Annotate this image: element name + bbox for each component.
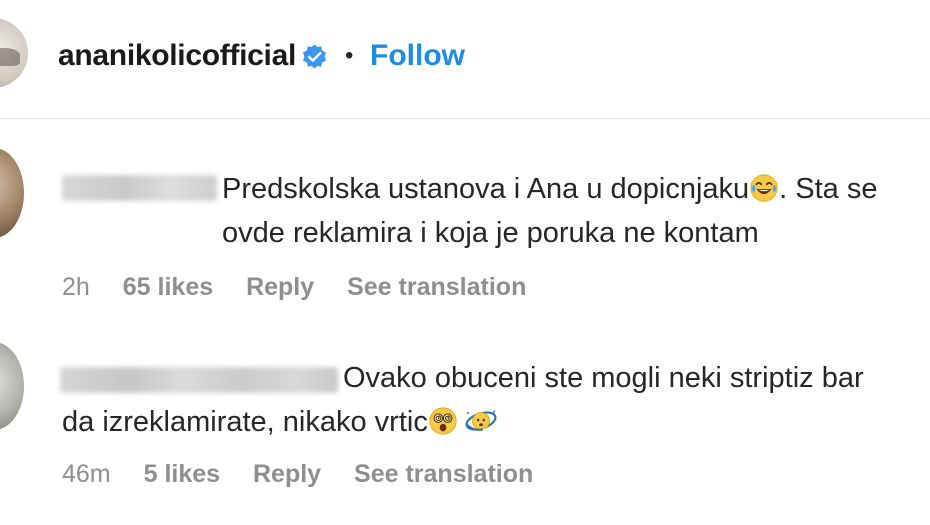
- comment-timestamp: 46m: [62, 460, 111, 488]
- reply-button[interactable]: Reply: [253, 459, 321, 489]
- commenter-avatar[interactable]: [0, 148, 24, 238]
- comment-text-line: da izreklamirate, nikako vrtic: [62, 400, 498, 444]
- comment-meta: 2h 65 likes Reply See translation: [62, 272, 552, 302]
- post-header: ananikolicofficial • Follow: [0, 0, 930, 119]
- comment-text: Ovako obuceni ste mogli neki striptiz ba…: [343, 356, 864, 400]
- comment-meta: 46m 5 likes Reply See translation: [62, 459, 559, 489]
- comment-text: da izreklamirate, nikako vrtic: [62, 400, 498, 444]
- see-translation-link[interactable]: See translation: [354, 459, 533, 489]
- comment-text: Predskolska ustanova i Ana u dopicnjaku …: [222, 167, 878, 255]
- commenter-username-blurred[interactable]: [60, 367, 338, 393]
- comment-text-line: ovde reklamira i koja je poruka ne konta…: [222, 217, 759, 249]
- comment-text-line: Ovako obuceni ste mogli neki striptiz ba…: [343, 362, 864, 394]
- face-with-spiral-eyes-icon: [465, 410, 497, 431]
- instagram-comments-view: ananikolicofficial • Follow Predskolska …: [0, 0, 930, 525]
- commenter-avatar[interactable]: [0, 342, 24, 430]
- comment-likes-count[interactable]: 65 likes: [123, 272, 213, 302]
- face-with-tears-of-joy-icon: [750, 174, 778, 202]
- dizzy-face-icon: [429, 407, 457, 435]
- profile-username[interactable]: ananikolicofficial: [58, 38, 296, 74]
- header-separator: •: [345, 42, 354, 69]
- commenter-username-blurred[interactable]: [62, 175, 217, 201]
- see-translation-link[interactable]: See translation: [347, 272, 526, 302]
- follow-button[interactable]: Follow: [370, 38, 465, 74]
- comment-likes-count[interactable]: 5 likes: [144, 459, 220, 489]
- profile-avatar[interactable]: [0, 18, 28, 88]
- comment-timestamp: 2h: [62, 273, 90, 301]
- comment-text-line: Predskolska ustanova i Ana u dopicnjaku …: [222, 173, 878, 205]
- reply-button[interactable]: Reply: [246, 272, 314, 302]
- verified-badge-icon: [303, 44, 326, 69]
